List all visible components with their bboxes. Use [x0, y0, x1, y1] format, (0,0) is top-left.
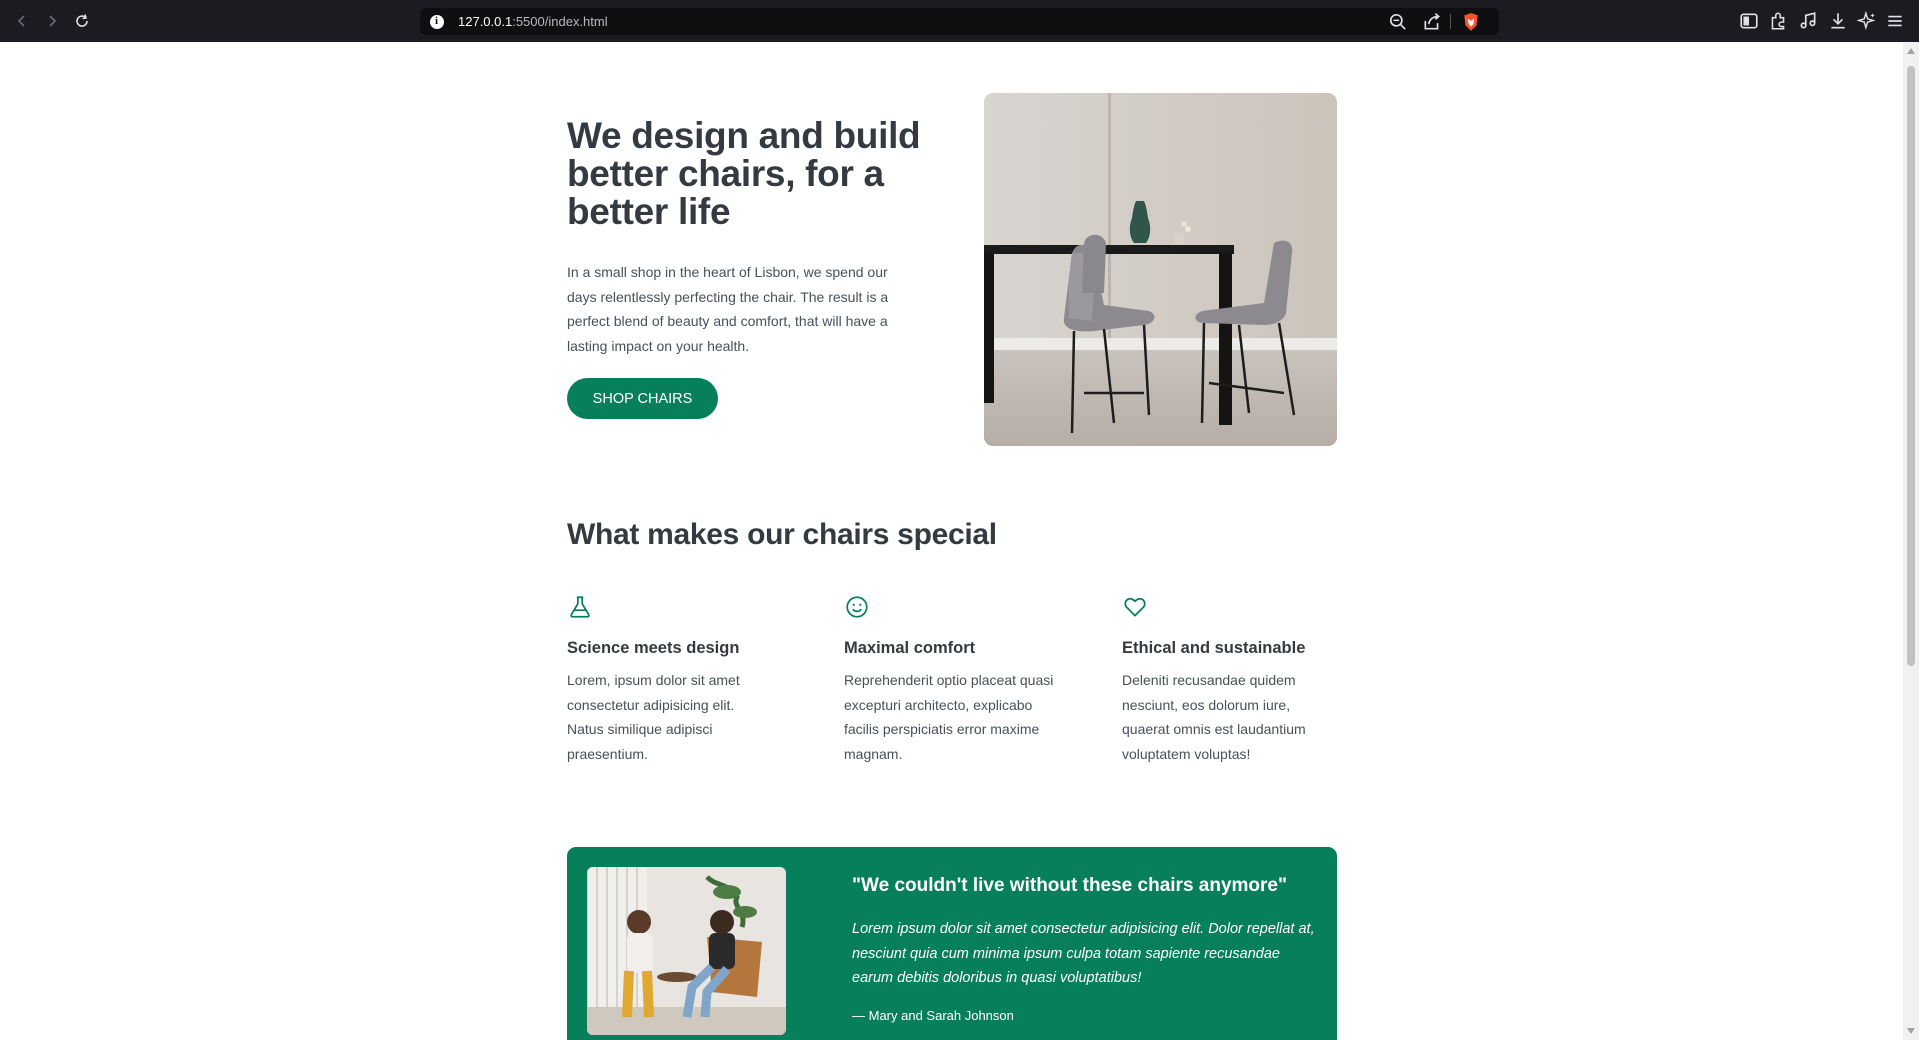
feature-title: Ethical and sustainable — [1122, 639, 1306, 657]
address-bar[interactable]: 127.0.0.1:5500/index.html — [420, 8, 1499, 35]
zoom-icon[interactable] — [1388, 12, 1408, 32]
heart-icon — [1124, 597, 1146, 617]
menu-icon[interactable] — [1885, 11, 1905, 31]
page-scrollbar[interactable] — [1903, 42, 1919, 1040]
site-info-icon[interactable] — [430, 15, 444, 29]
testimonial-text: Lorem ipsum dolor sit amet consectetur a… — [852, 921, 1315, 986]
testimonial-card: "We couldn't live without these chairs a… — [567, 847, 1337, 1040]
scroll-up-arrow-icon[interactable] — [1907, 48, 1915, 54]
back-button[interactable] — [12, 11, 32, 31]
feature-comfort: Maximal comfort Reprehenderit optio plac… — [844, 594, 1074, 766]
url-path: :5500/index.html — [512, 14, 608, 29]
testimonial-photo — [587, 867, 786, 1035]
page-viewport: We design and build better chairs, for a… — [0, 42, 1903, 1040]
share-icon[interactable] — [1422, 12, 1442, 32]
scroll-down-arrow-icon[interactable] — [1907, 1028, 1915, 1034]
brave-shield-icon[interactable] — [1461, 12, 1481, 32]
testimonial-quote: "We couldn't live without these chairs a… — [852, 875, 1287, 896]
feature-text: Lorem, ipsum dolor sit amet consectetur … — [567, 672, 740, 762]
forward-button[interactable] — [42, 11, 62, 31]
back-arrow-icon — [17, 15, 25, 27]
extensions-icon[interactable] — [1768, 11, 1788, 31]
testimonial-author: — Mary and Sarah Johnson — [852, 1008, 1014, 1023]
reload-icon — [76, 14, 88, 27]
url-host: 127.0.0.1 — [458, 14, 513, 29]
scroll-thumb[interactable] — [1907, 66, 1915, 666]
feature-ethical: Ethical and sustainable Deleniti recusan… — [1122, 594, 1352, 766]
feature-title: Science meets design — [567, 639, 740, 657]
url-text: 127.0.0.1:5500/index.html — [458, 14, 608, 29]
sidebar-icon[interactable] — [1739, 11, 1759, 31]
hero-title: We design and build better chairs, for a… — [567, 115, 921, 232]
features-title: What makes our chairs special — [567, 518, 997, 551]
feature-text: Reprehenderit optio placeat quasi except… — [844, 672, 1054, 762]
customers-illustration — [587, 867, 786, 1035]
hero-chairs-image — [984, 93, 1337, 446]
flask-icon — [570, 596, 590, 618]
leo-ai-icon[interactable] — [1857, 11, 1877, 31]
toolbar-divider — [1450, 14, 1451, 29]
feature-science: Science meets design Lorem, ipsum dolor … — [567, 594, 797, 766]
forward-arrow-icon — [49, 15, 57, 27]
shop-chairs-button[interactable]: SHOP CHAIRS — [567, 378, 718, 419]
feature-title: Maximal comfort — [844, 639, 976, 657]
feature-text: Deleniti recusandae quidem nesciunt, eos… — [1122, 672, 1306, 762]
media-icon[interactable] — [1798, 11, 1818, 31]
browser-toolbar: 127.0.0.1:5500/index.html — [0, 0, 1919, 42]
download-icon[interactable] — [1828, 11, 1848, 31]
smile-icon — [846, 596, 868, 618]
dining-room-illustration — [984, 93, 1337, 446]
hero-description: In a small shop in the heart of Lisbon, … — [567, 264, 889, 354]
reload-button[interactable] — [72, 11, 92, 31]
